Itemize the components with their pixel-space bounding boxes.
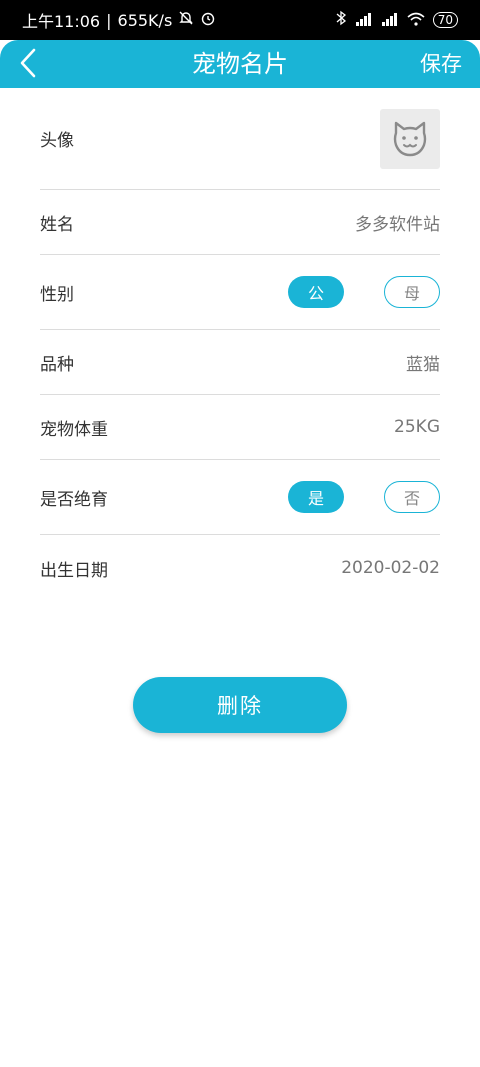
row-birth-date[interactable]: 出生日期 2020-02-02: [40, 535, 440, 601]
status-speed: 655K/s: [117, 10, 173, 30]
row-breed[interactable]: 品种 蓝猫: [40, 330, 440, 395]
battery-icon: 70: [432, 12, 458, 28]
name-value: 多多软件站: [355, 214, 440, 235]
neutered-yes-button[interactable]: 是: [288, 481, 344, 513]
delete-button[interactable]: 删除: [133, 677, 347, 733]
pet-card-form: 头像 姓名 多多软件站 性别 公 母 品种 蓝猫 宠物体重 25KG 是否绝育: [40, 88, 440, 601]
status-time: 上午11:06: [22, 12, 101, 31]
breed-value: 蓝猫: [406, 354, 440, 375]
neutered-no-button[interactable]: 否: [384, 481, 440, 513]
neutered-label: 是否绝育: [40, 489, 108, 510]
app-header: 宠物名片 保存: [0, 40, 480, 88]
birth-label: 出生日期: [40, 560, 108, 581]
avatar[interactable]: [380, 108, 440, 169]
cat-icon: [393, 121, 427, 156]
status-bar: 上午11:06 | 655K/s 70: [0, 0, 480, 40]
weight-label: 宠物体重: [40, 419, 108, 440]
gender-toggle: 公 母: [288, 276, 440, 308]
gender-male-button[interactable]: 公: [288, 276, 344, 308]
mute-icon: [178, 10, 194, 30]
row-name[interactable]: 姓名 多多软件站: [40, 190, 440, 255]
page-title: 宠物名片: [192, 50, 288, 78]
row-avatar[interactable]: 头像: [40, 88, 440, 190]
name-label: 姓名: [40, 214, 74, 235]
status-right: 70: [335, 10, 458, 30]
status-separator: |: [106, 10, 112, 30]
bluetooth-icon: [335, 10, 347, 30]
row-weight[interactable]: 宠物体重 25KG: [40, 395, 440, 460]
birth-value: 2020-02-02: [341, 558, 440, 578]
signal-icon: [355, 11, 373, 30]
status-left: 上午11:06 | 655K/s: [22, 8, 216, 32]
save-button[interactable]: 保存: [420, 40, 462, 88]
breed-label: 品种: [40, 354, 74, 375]
neutered-toggle: 是 否: [288, 481, 440, 513]
signal-icon-2: [381, 11, 399, 30]
row-neutered: 是否绝育 是 否: [40, 460, 440, 535]
gender-female-button[interactable]: 母: [384, 276, 440, 308]
gender-label: 性别: [40, 284, 74, 305]
row-gender: 性别 公 母: [40, 255, 440, 330]
wifi-icon: [407, 11, 425, 30]
weight-value: 25KG: [394, 417, 440, 437]
alarm-icon: [200, 10, 216, 30]
avatar-label: 头像: [40, 131, 74, 151]
